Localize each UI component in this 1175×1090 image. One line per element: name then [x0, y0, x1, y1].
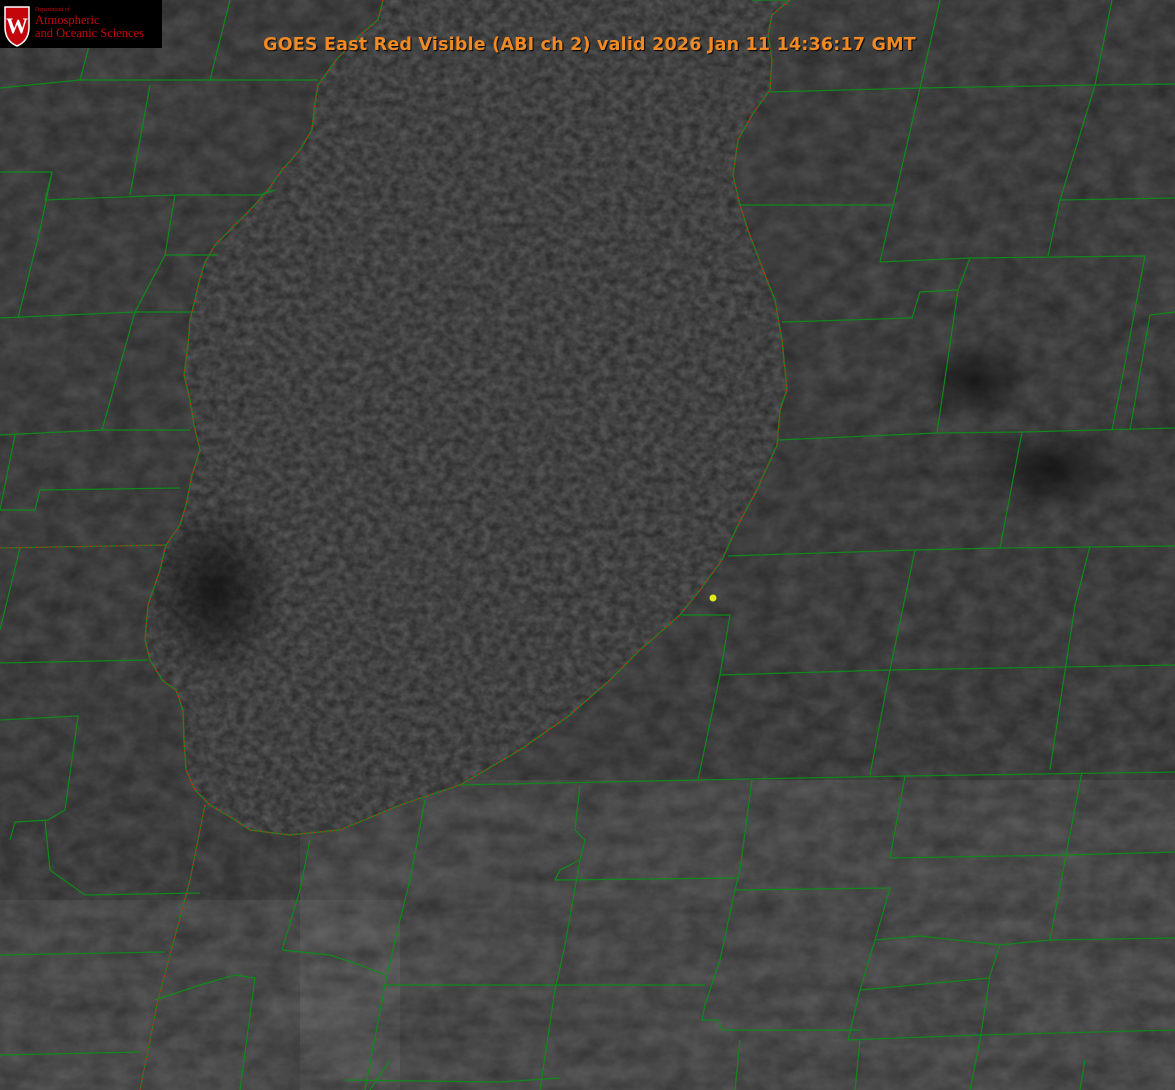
satellite-map: [0, 0, 1175, 1090]
dark-patch: [920, 340, 1030, 420]
dark-patch: [970, 425, 1130, 515]
image-title: GOES East Red Visible (ABI ch 2) valid 2…: [263, 35, 916, 55]
point-marker-icon: [709, 594, 717, 602]
logo-line-1: Atmospheric: [35, 12, 100, 27]
